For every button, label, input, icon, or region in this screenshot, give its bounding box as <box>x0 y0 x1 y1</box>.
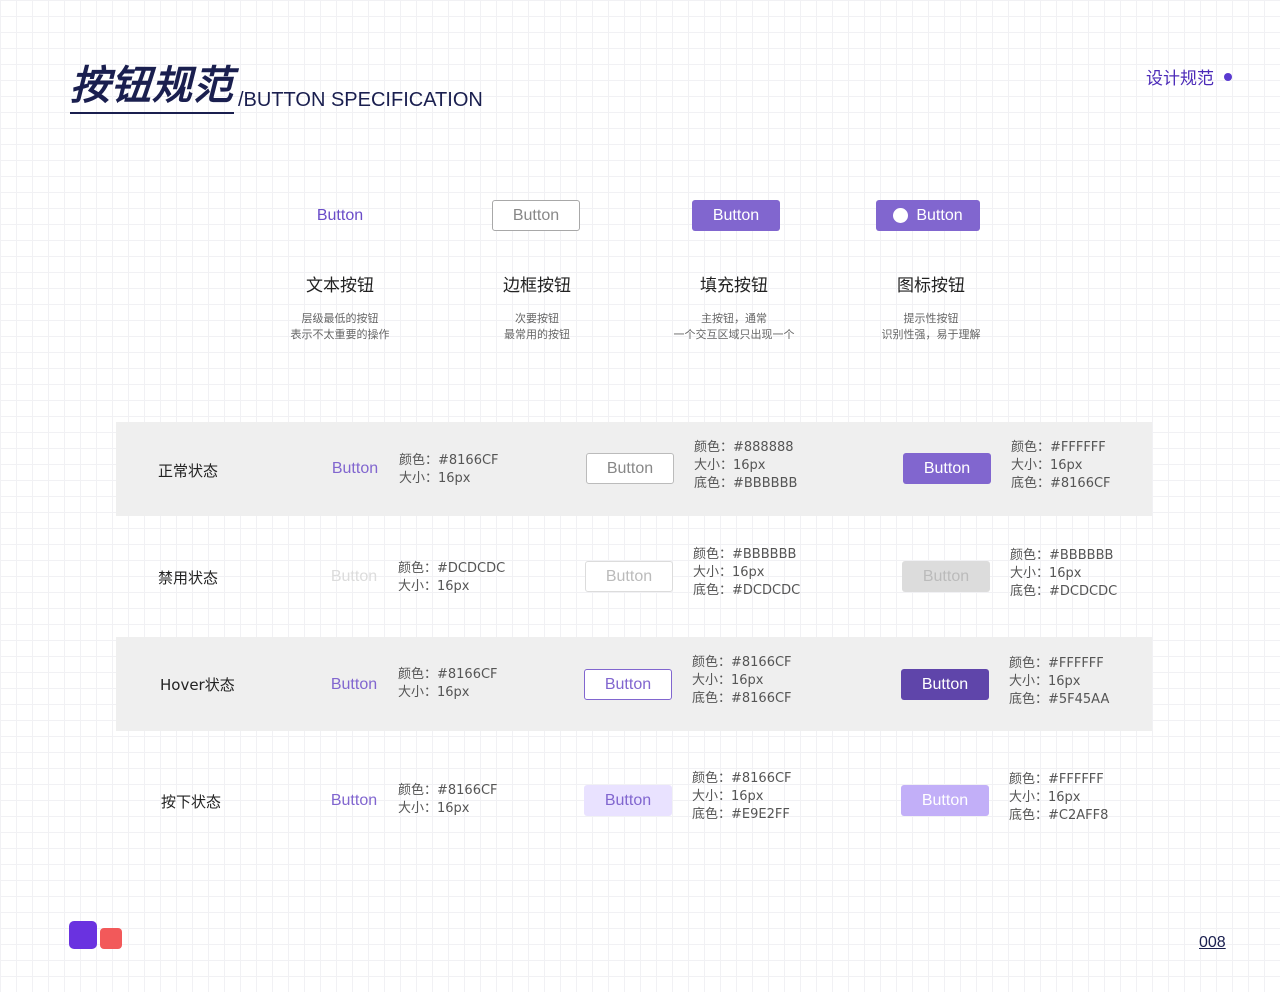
spec-bg: 底色：#C2AFF8 <box>1009 808 1109 823</box>
spec-color: 颜色：#8166CF <box>398 667 498 682</box>
outline-button-sample[interactable]: Button <box>492 200 580 231</box>
desc-line: 最常用的按钮 <box>504 328 570 341</box>
outline-button-hover-spec: 颜色：#8166CF 大小：16px 底色：#8166CF <box>692 654 792 708</box>
state-label-pressed: 按下状态 <box>161 793 222 811</box>
state-label-disabled: 禁用状态 <box>158 569 219 587</box>
spec-size: 大小：16px <box>1011 458 1083 473</box>
fill-button-disabled: Button <box>902 561 990 592</box>
spec-size: 大小：16px <box>398 685 470 700</box>
spec-color: 颜色：#8166CF <box>692 771 792 786</box>
spec-color: 颜色：#888888 <box>694 440 794 455</box>
desc-line: 次要按钮 <box>515 312 559 325</box>
text-button-normal-spec: 颜色：#8166CF 大小：16px <box>399 452 499 488</box>
spec-color: 颜色：#DCDCDC <box>398 561 506 576</box>
text-button-hover[interactable]: Button <box>310 669 398 700</box>
overview-desc-fill: 主按钮，通常 一个交互区域只出现一个 <box>644 311 824 343</box>
outline-button-hover[interactable]: Button <box>584 669 672 700</box>
state-label-hover: Hover状态 <box>160 676 235 694</box>
overview-desc-icon: 提示性按钮 识别性强，易于理解 <box>841 311 1021 343</box>
overview-desc-text: 层级最低的按钮 表示不太重要的操作 <box>250 311 430 343</box>
spec-bg: 底色：#8166CF <box>1011 476 1111 491</box>
outline-button-pressed-spec: 颜色：#8166CF 大小：16px 底色：#E9E2FF <box>692 770 792 824</box>
outline-button-disabled-spec: 颜色：#BBBBBB 大小：16px 底色：#DCDCDC <box>693 546 800 600</box>
spec-bg: 底色：#8166CF <box>692 691 792 706</box>
fill-button-normal[interactable]: Button <box>903 453 991 484</box>
fill-button-hover[interactable]: Button <box>901 669 989 700</box>
spec-bg: 底色：#BBBBBB <box>694 476 798 491</box>
fill-button-disabled-spec: 颜色：#BBBBBB 大小：16px 底色：#DCDCDC <box>1010 547 1117 601</box>
dot-icon <box>1224 72 1232 81</box>
overview-title-outline: 边框按钮 <box>503 276 571 296</box>
overview-title-icon: 图标按钮 <box>897 276 965 296</box>
desc-line: 层级最低的按钮 <box>301 312 379 325</box>
overview-title-text: 文本按钮 <box>306 276 374 296</box>
spec-color: 颜色：#FFFFFF <box>1009 656 1104 671</box>
fill-button-hover-spec: 颜色：#FFFFFF 大小：16px 底色：#5F45AA <box>1009 655 1109 709</box>
outline-button-normal[interactable]: Button <box>586 453 674 484</box>
state-label-normal: 正常状态 <box>158 462 219 480</box>
text-button-disabled: Button <box>330 567 378 585</box>
logo-square-purple-icon <box>69 921 97 949</box>
fill-button-normal-spec: 颜色：#FFFFFF 大小：16px 底色：#8166CF <box>1011 439 1111 493</box>
desc-line: 提示性按钮 <box>903 312 959 325</box>
text-button-pressed-spec: 颜色：#8166CF 大小：16px <box>398 782 498 818</box>
spec-color: 颜色：#8166CF <box>398 783 498 798</box>
spec-size: 大小：16px <box>399 471 471 486</box>
text-button-normal[interactable]: Button <box>311 453 399 484</box>
text-button-pressed[interactable]: Button <box>310 785 398 816</box>
outline-button-disabled: Button <box>585 561 673 592</box>
desc-line: 主按钮，通常 <box>701 312 767 325</box>
spec-size: 大小：16px <box>398 579 470 594</box>
spec-size: 大小：16px <box>1009 790 1081 805</box>
spec-size: 大小：16px <box>692 789 764 804</box>
spec-color: 颜色：#FFFFFF <box>1009 772 1104 787</box>
spec-size: 大小：16px <box>398 801 470 816</box>
fill-button-sample[interactable]: Button <box>692 200 780 231</box>
outline-button-normal-spec: 颜色：#888888 大小：16px 底色：#BBBBBB <box>694 439 797 493</box>
icon-button-sample[interactable]: Button <box>876 200 980 231</box>
spec-bg: 底色：#DCDCDC <box>693 583 801 598</box>
text-button-hover-spec: 颜色：#8166CF 大小：16px <box>398 666 498 702</box>
page-number: 008 <box>1199 934 1226 951</box>
desc-line: 识别性强，易于理解 <box>881 328 981 341</box>
spec-bg: 底色：#5F45AA <box>1009 692 1110 707</box>
spec-color: 颜色：#FFFFFF <box>1011 440 1106 455</box>
fill-button-pressed-spec: 颜色：#FFFFFF 大小：16px 底色：#C2AFF8 <box>1009 771 1108 825</box>
icon-button-label: Button <box>916 206 963 224</box>
spec-size: 大小：16px <box>694 458 766 473</box>
desc-line: 一个交互区域只出现一个 <box>673 328 795 341</box>
spec-size: 大小：16px <box>693 565 765 580</box>
page-subtitle: /BUTTON SPECIFICATION <box>238 89 483 111</box>
spec-color: 颜色：#8166CF <box>399 453 499 468</box>
spec-size: 大小：16px <box>1010 566 1082 581</box>
spec-bg: 底色：#E9E2FF <box>692 807 790 822</box>
logo-square-red-icon <box>100 928 122 949</box>
desc-line: 表示不太重要的操作 <box>290 328 390 341</box>
spec-size: 大小：16px <box>1009 674 1081 689</box>
page-title: 按钮规范 <box>70 60 234 114</box>
section-tag-label: 设计规范 <box>1146 69 1214 89</box>
spec-size: 大小：16px <box>692 673 764 688</box>
spec-color: 颜色：#8166CF <box>692 655 792 670</box>
spec-color: 颜色：#BBBBBB <box>693 547 797 562</box>
overview-desc-outline: 次要按钮 最常用的按钮 <box>447 311 627 343</box>
fill-button-pressed[interactable]: Button <box>901 785 989 816</box>
section-tag: 设计规范 <box>1146 64 1232 89</box>
circle-icon <box>893 208 909 223</box>
spec-bg: 底色：#DCDCDC <box>1010 584 1118 599</box>
outline-button-pressed[interactable]: Button <box>584 785 672 816</box>
overview-title-fill: 填充按钮 <box>700 276 768 296</box>
text-button-disabled-spec: 颜色：#DCDCDC 大小：16px <box>398 560 505 596</box>
spec-color: 颜色：#BBBBBB <box>1010 548 1114 563</box>
text-button-sample[interactable]: Button <box>296 200 384 231</box>
